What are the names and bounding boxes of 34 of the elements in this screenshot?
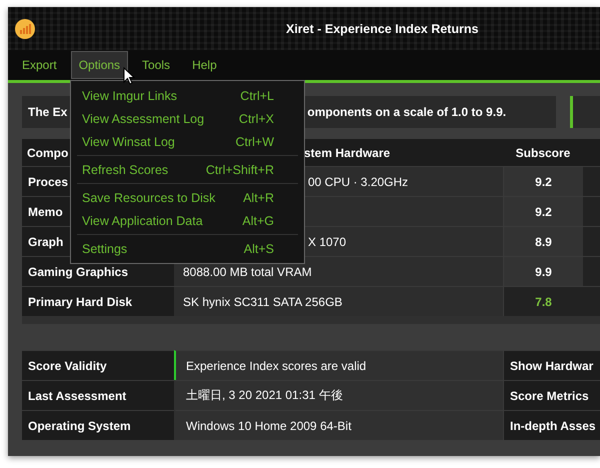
menu-item[interactable]: Tools: [134, 51, 178, 79]
table-cell: 8.9: [503, 226, 583, 256]
column-header: Compo: [27, 146, 68, 160]
menu-item[interactable]: Help: [184, 51, 225, 79]
table-cell: Windows 10 Home 2009 64-Bit: [174, 410, 503, 440]
banner-text: omponents on a scale of 1.0 to 9.9.: [307, 105, 506, 119]
column-header: stem Hardware: [304, 146, 390, 160]
table-cell: Operating System: [22, 410, 174, 440]
action-button[interactable]: Show Hardwar: [503, 350, 600, 380]
table-cell: 7.8: [503, 286, 583, 316]
table-cell: 8088.00 MB total VRAM: [183, 264, 312, 278]
table-cell: Last Assessment: [22, 380, 174, 410]
table-cell: Experience Index scores are valid: [174, 350, 503, 380]
action-button[interactable]: Score Metrics: [503, 380, 600, 410]
menu-item[interactable]: View Assessment Log Ctrl+X: [71, 107, 304, 130]
table-cell: 00 CPU · 3.20GHz: [308, 174, 408, 188]
table-cell: 土曜日, 3 20 2021 01:31 午後: [174, 380, 503, 410]
table-cell: 9.2: [503, 166, 583, 196]
menu-item[interactable]: Export: [14, 51, 65, 79]
window-title: Xiret - Experience Index Returns: [286, 22, 478, 36]
table-cell: X 1070: [308, 234, 346, 248]
table-cell: Primary Hard Disk: [22, 286, 174, 316]
action-button[interactable]: In-depth Asses: [503, 410, 600, 440]
banner-text: The Ex: [28, 105, 68, 119]
menu-item[interactable]: View Imgur Links Ctrl+L: [71, 84, 304, 107]
column-header: Subscore: [516, 146, 570, 160]
menu-item[interactable]: Options: [70, 51, 128, 79]
table-cell: SK hynix SC311 SATA 256GB: [183, 294, 342, 308]
table-cell: Score Validity: [22, 350, 174, 380]
table-cell: 9.2: [503, 196, 583, 226]
menu-item[interactable]: View Winsat Log Ctrl+W: [71, 130, 304, 153]
app-logo-icon: [14, 18, 36, 40]
table-cell: 9.9: [503, 256, 583, 286]
status-marker: [570, 96, 600, 128]
